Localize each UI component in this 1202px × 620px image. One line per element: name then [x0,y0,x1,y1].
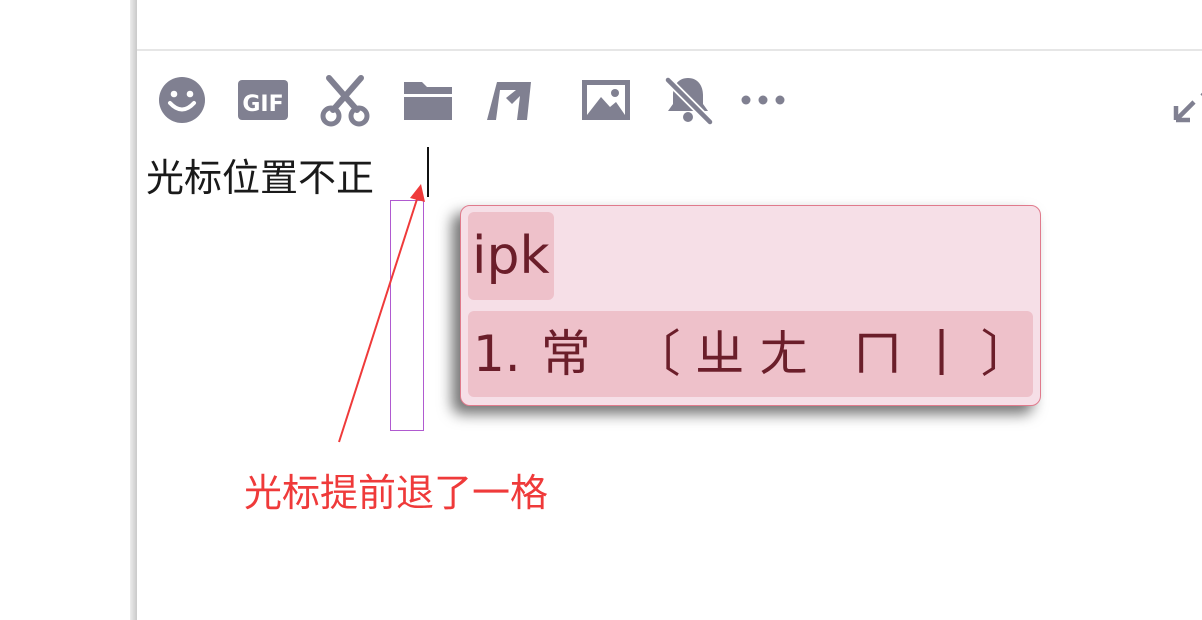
shortcut-icon[interactable] [485,72,541,128]
input-toolbar: GIF [150,72,1202,128]
scissors-icon[interactable] [317,72,373,128]
candidate-hint: 〔ㄓㄤ ㄇ丨〕 [630,325,1045,383]
panel-divider-shadow [130,0,137,620]
image-icon[interactable] [578,72,634,128]
expand-icon[interactable] [1170,72,1202,128]
candidate-index: 1. [473,325,521,383]
message-input-text[interactable]: 光标位置不正 [146,154,374,202]
annotation-text: 光标提前退了一格 [244,471,549,515]
expected-caret-highlight [390,200,424,431]
ime-preedit: ipk [468,212,554,300]
gif-label: GIF [242,92,283,117]
smiley-icon[interactable] [154,72,210,128]
message-area-divider [137,49,1202,51]
ime-candidate-window: ipk 1. 常〔ㄓㄤ ㄇ丨〕 [460,205,1041,406]
left-panel [0,0,130,620]
gif-icon[interactable]: GIF [235,72,291,128]
folder-icon[interactable] [400,72,456,128]
more-icon[interactable] [735,72,791,128]
candidate-word: 常 [540,325,591,383]
bell-off-icon[interactable] [660,72,716,128]
text-caret [427,147,429,197]
ime-candidate-1[interactable]: 1. 常〔ㄓㄤ ㄇ丨〕 [468,311,1033,397]
